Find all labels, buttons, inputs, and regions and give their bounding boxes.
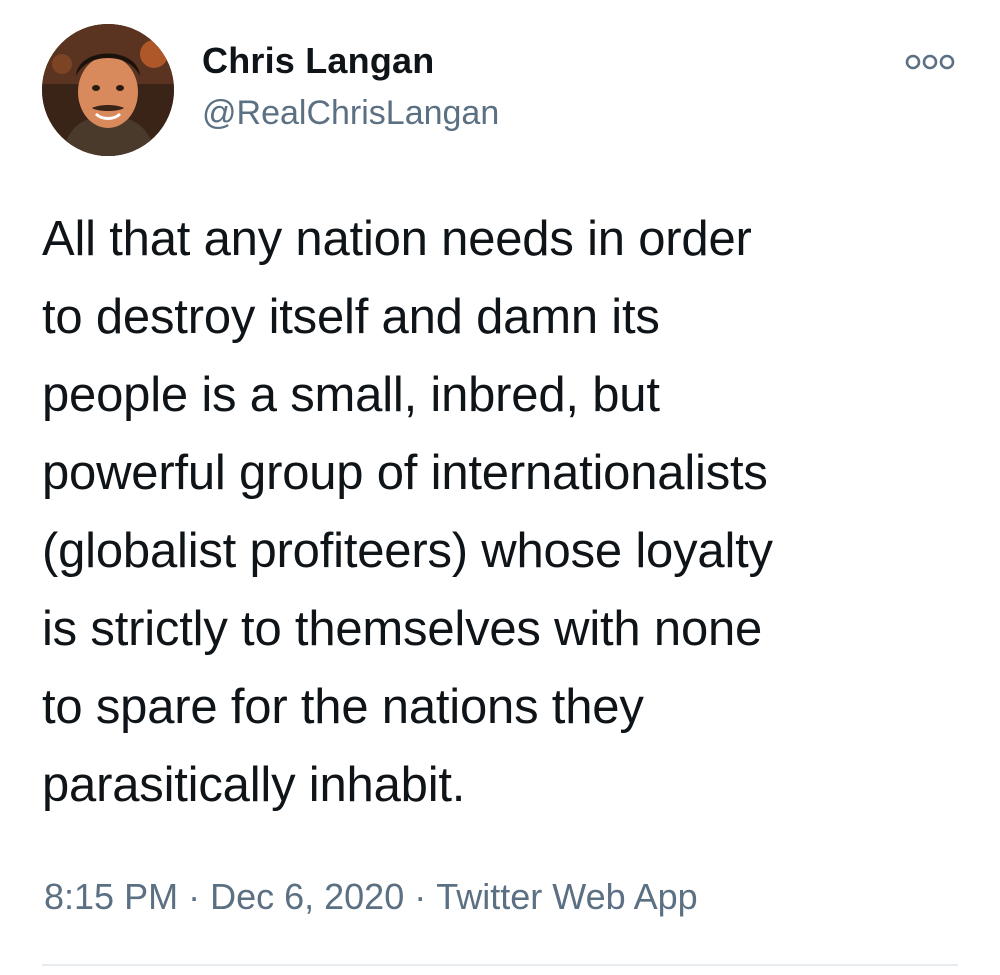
author-display-name[interactable]: Chris Langan xyxy=(202,40,434,82)
more-options-icon xyxy=(905,54,955,70)
tweet-text-line: to destroy itself and damn its xyxy=(42,290,660,344)
tweet: Chris Langan @RealChrisLangan All that a… xyxy=(0,0,1000,975)
meta-separator: · xyxy=(188,876,201,917)
more-options-button[interactable] xyxy=(900,48,960,76)
avatar[interactable] xyxy=(42,24,174,156)
tweet-text-line: (globalist profiteers) whose loyalty xyxy=(42,524,773,578)
tweet-text-line: powerful group of internationalists xyxy=(42,446,768,500)
tweet-time[interactable]: 8:15 PM xyxy=(44,876,178,917)
tweet-text-line: is strictly to themselves with none xyxy=(42,602,763,656)
tweet-source[interactable]: Twitter Web App xyxy=(436,876,697,917)
tweet-text-line: people is a small, inbred, but xyxy=(42,368,660,422)
tweet-text-line: parasitically inhabit. xyxy=(42,758,466,812)
tweet-text-line: to spare for the nations they xyxy=(42,680,644,734)
tweet-text: All that any nation needs in order to de… xyxy=(42,200,972,824)
tweet-date[interactable]: Dec 6, 2020 xyxy=(210,876,404,917)
tweet-meta: 8:15 PM · Dec 6, 2020 · Twitter Web App xyxy=(44,876,698,918)
tweet-text-line: All that any nation needs in order xyxy=(42,212,752,266)
profile-photo-icon xyxy=(42,24,174,156)
meta-separator: · xyxy=(414,876,427,917)
divider xyxy=(42,964,958,966)
author-handle[interactable]: @RealChrisLangan xyxy=(202,94,499,133)
